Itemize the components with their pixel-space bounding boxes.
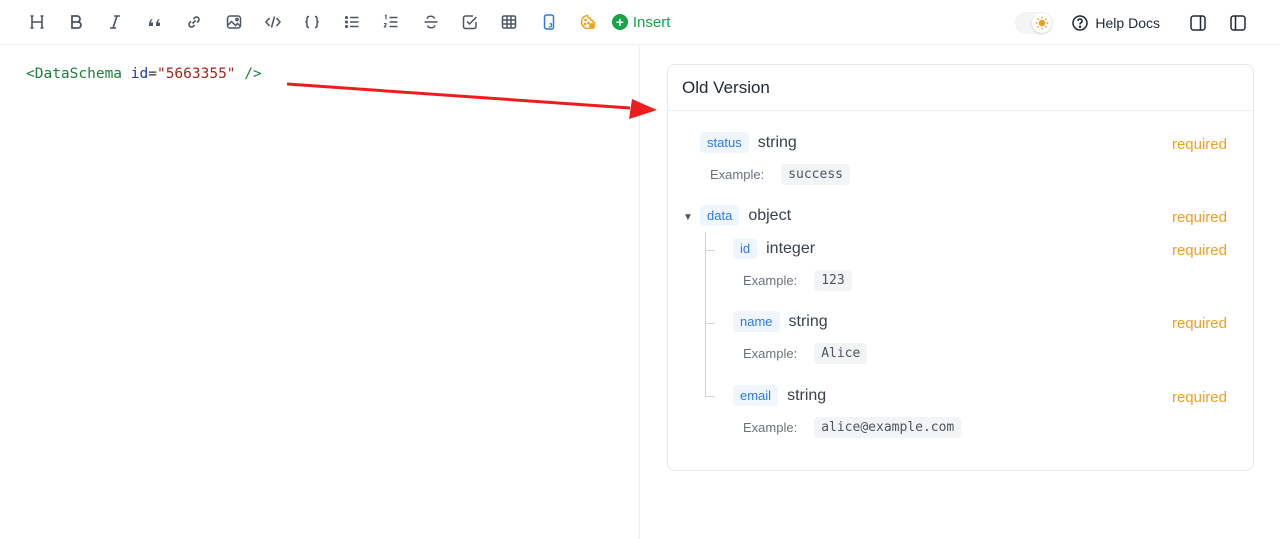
mobile-icon <box>543 14 555 30</box>
code-block-button[interactable] <box>293 6 332 38</box>
code-tag-close: /> <box>244 66 262 82</box>
field-type: string <box>757 133 797 151</box>
example-row: Example: Alice <box>743 343 868 364</box>
field-name: name <box>733 311 780 332</box>
link-icon <box>188 16 201 28</box>
bold-icon <box>71 15 82 29</box>
required-badge: required <box>1171 389 1227 406</box>
bullet-list-button[interactable] <box>332 6 371 38</box>
code-line[interactable]: <DataSchema id="5663355" /> <box>26 66 262 82</box>
task-list-icon <box>462 15 478 30</box>
editor-toolbar: + Insert Help Docs <box>0 0 1280 45</box>
task-list-button[interactable] <box>450 6 489 38</box>
field-name: data <box>700 205 740 226</box>
example-value: alice@example.com <box>814 417 962 438</box>
tree-connector <box>705 323 715 324</box>
sun-icon <box>1032 12 1053 33</box>
field-name: email <box>733 385 779 406</box>
code-eq: = <box>148 66 157 82</box>
italic-icon <box>110 15 121 29</box>
cookie-icon <box>580 14 596 30</box>
table-button[interactable] <box>490 6 529 38</box>
required-badge: required <box>1171 209 1227 226</box>
field-type: integer <box>766 239 816 257</box>
code-block-icon <box>305 15 320 29</box>
required-badge: required <box>1171 315 1227 332</box>
field-email: email string <box>733 385 826 406</box>
code-tag-open: <DataSchema <box>26 66 123 82</box>
example-value: success <box>781 164 850 185</box>
toolbar-right: Help Docs <box>1015 0 1258 45</box>
example-label: Example: <box>743 346 798 361</box>
insert-button[interactable]: + Insert <box>611 13 671 31</box>
toggle-left-panel-button[interactable] <box>1218 14 1258 32</box>
example-row: Example: 123 <box>743 270 852 291</box>
field-name-row: name string <box>733 311 828 332</box>
strikethrough-icon <box>424 15 438 29</box>
code-editor[interactable]: <DataSchema id="5663355" /> <box>0 46 640 539</box>
example-label: Example: <box>743 273 798 288</box>
field-type: string <box>788 312 828 330</box>
code-button[interactable] <box>253 6 292 38</box>
strikethrough-button[interactable] <box>411 6 450 38</box>
tree-connector <box>705 396 715 397</box>
quote-button[interactable] <box>135 6 174 38</box>
field-name: status <box>700 132 749 153</box>
schema-card: Old Version <box>667 64 1254 471</box>
heading-button[interactable] <box>17 6 56 38</box>
plus-icon: + <box>611 14 628 30</box>
image-icon <box>226 15 241 29</box>
example-value: Alice <box>814 343 868 364</box>
italic-button[interactable] <box>96 6 135 38</box>
collapse-caret-icon[interactable]: ▼ <box>683 212 693 223</box>
code-value: "5663355" <box>156 66 236 82</box>
heading-icon <box>30 15 44 29</box>
help-docs-button[interactable]: Help Docs <box>1071 14 1160 32</box>
theme-toggle[interactable] <box>1015 11 1054 34</box>
bullet-list-icon <box>344 15 359 29</box>
insert-label: Insert <box>632 13 671 31</box>
example-value: 123 <box>814 270 852 291</box>
field-type: object <box>748 206 792 224</box>
field-type: string <box>787 386 827 404</box>
mobile-button[interactable] <box>529 6 568 38</box>
tree-connector <box>705 250 715 251</box>
link-button[interactable] <box>175 6 214 38</box>
right-panel-icon <box>1190 14 1206 31</box>
field-id: id integer <box>733 238 815 259</box>
field-status: status string <box>700 132 797 153</box>
help-docs-label: Help Docs <box>1095 14 1160 31</box>
card-title: Old Version <box>668 65 1253 111</box>
tree-line <box>705 232 706 397</box>
code-attr: id <box>130 66 149 82</box>
field-data: data object <box>700 205 791 226</box>
bold-button[interactable] <box>56 6 95 38</box>
example-label: Example: <box>710 167 765 182</box>
required-badge: required <box>1171 242 1227 259</box>
required-badge: required <box>1171 136 1227 153</box>
cookie-button[interactable] <box>568 6 607 38</box>
example-label: Example: <box>743 420 798 435</box>
code-icon <box>265 16 282 28</box>
toolbar-tools: + Insert <box>0 6 670 38</box>
example-row: Example: alice@example.com <box>743 417 962 438</box>
help-icon <box>1072 14 1089 31</box>
image-button[interactable] <box>214 6 253 38</box>
table-icon <box>502 15 517 29</box>
field-name: id <box>733 238 758 259</box>
example-row: Example: success <box>710 164 850 185</box>
quote-icon <box>148 19 160 26</box>
toggle-right-panel-button[interactable] <box>1178 14 1218 32</box>
left-panel-icon <box>1230 14 1246 31</box>
ordered-list-button[interactable] <box>372 6 411 38</box>
ordered-list-icon <box>383 14 398 28</box>
